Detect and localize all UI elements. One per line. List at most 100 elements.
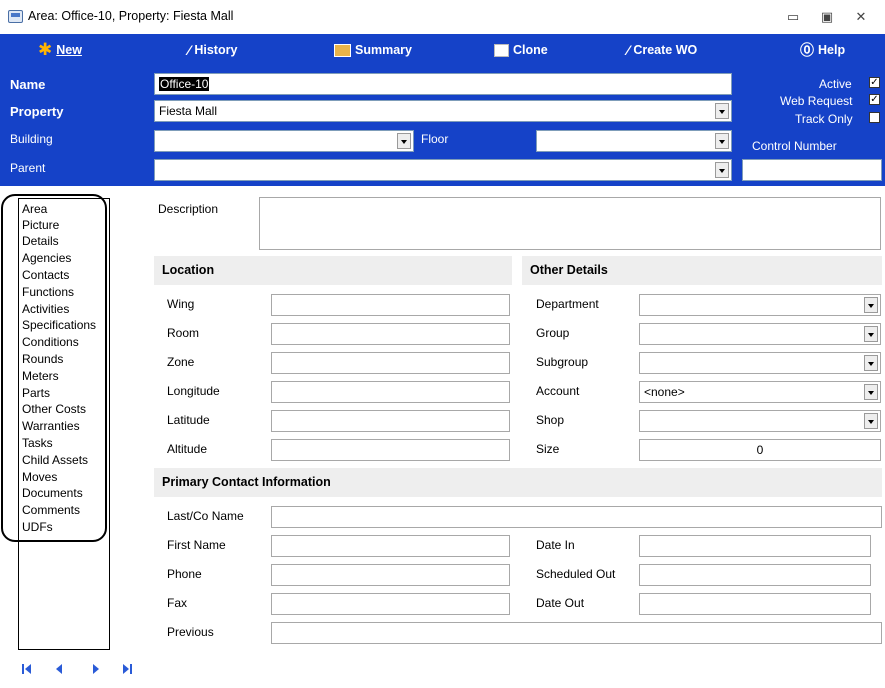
date-out-input[interactable] [639,593,871,615]
nav-item-other-costs[interactable]: Other Costs [22,402,86,417]
account-value: <none> [644,385,685,399]
clone-button[interactable]: Clone [494,41,548,59]
nav-item-child-assets[interactable]: Child Assets [22,453,88,468]
web-request-checkbox[interactable]: ✓ [869,94,880,105]
help-label: Help [818,43,846,57]
nav-item-activities[interactable]: Activities [22,302,69,317]
department-label: Department [536,297,599,311]
nav-item-documents[interactable]: Documents [22,486,83,501]
description-textarea[interactable] [259,197,881,250]
last-co-name-label: Last/Co Name [167,509,244,523]
other-details-section-header: Other Details [522,256,882,285]
nav-item-parts[interactable]: Parts [22,386,50,401]
nav-item-picture[interactable]: Picture [22,218,59,233]
shop-select[interactable] [639,410,881,432]
group-select[interactable] [639,323,881,345]
group-label: Group [536,326,570,340]
track-only-checkbox[interactable] [869,112,880,123]
nav-item-agencies[interactable]: Agencies [22,251,71,266]
first-record-icon[interactable] [20,662,34,676]
control-number-input[interactable] [742,159,882,181]
nav-item-details[interactable]: Details [22,234,59,249]
date-in-input[interactable] [639,535,871,557]
last-co-name-input[interactable] [271,506,882,528]
room-label: Room [167,326,200,340]
last-record-icon[interactable] [120,662,134,676]
zone-input[interactable] [271,352,510,374]
account-label: Account [536,384,580,398]
parent-select[interactable] [154,159,732,181]
chevron-down-icon [715,162,729,178]
nav-item-rounds[interactable]: Rounds [22,352,63,367]
nav-item-moves[interactable]: Moves [22,470,57,485]
name-label: Name [10,77,46,92]
size-input[interactable]: 0 [639,439,881,461]
floor-select[interactable] [536,130,732,152]
control-number-label: Control Number [752,139,837,153]
longitude-input[interactable] [271,381,510,403]
altitude-label: Altitude [167,442,208,456]
scheduled-out-input[interactable] [639,564,871,586]
history-button[interactable]: ⁄ History [188,41,237,59]
history-wand-icon: ⁄ [188,42,191,58]
new-button[interactable]: ✱ New [38,40,82,59]
nav-item-meters[interactable]: Meters [22,369,59,384]
altitude-input[interactable] [271,439,510,461]
date-in-label: Date In [536,538,575,552]
subgroup-select[interactable] [639,352,881,374]
nav-item-udfs[interactable]: UDFs [22,520,53,535]
maximize-button[interactable]: ▣ [816,8,838,26]
phone-input[interactable] [271,564,510,586]
nav-item-functions[interactable]: Functions [22,285,74,300]
department-select[interactable] [639,294,881,316]
nav-item-warranties[interactable]: Warranties [22,419,80,434]
account-select[interactable]: <none> [639,381,881,403]
shop-label: Shop [536,413,565,427]
previous-label: Previous [167,625,214,639]
size-value: 0 [756,443,764,457]
chevron-down-icon [864,355,878,371]
fax-input[interactable] [271,593,510,615]
chevron-down-icon [715,133,729,149]
clone-icon [494,43,509,57]
chevron-down-icon [397,133,411,149]
size-label: Size [536,442,560,456]
summary-label: Summary [355,43,412,57]
nav-item-comments[interactable]: Comments [22,503,80,518]
summary-report-icon [334,43,351,57]
web-request-label: Web Request [780,94,853,108]
chevron-down-icon [715,103,729,119]
date-out-label: Date Out [536,596,585,610]
subgroup-label: Subgroup [536,355,589,369]
chevron-down-icon [864,326,878,342]
phone-label: Phone [167,567,202,581]
next-record-icon[interactable] [89,662,103,676]
latitude-input[interactable] [271,410,510,432]
minimize-button[interactable]: ▭ [782,8,804,26]
property-value: Fiesta Mall [159,104,218,118]
room-input[interactable] [271,323,510,345]
scheduled-out-label: Scheduled Out [536,567,616,581]
nav-item-area[interactable]: Area [22,202,47,217]
new-star-icon: ✱ [38,40,53,59]
location-section-header: Location [154,256,512,285]
track-only-label: Track Only [795,112,853,126]
wing-input[interactable] [271,294,510,316]
nav-item-specifications[interactable]: Specifications [22,318,96,333]
nav-item-tasks[interactable]: Tasks [22,436,53,451]
help-button[interactable]: ⓪ Help [800,41,845,59]
active-label: Active [819,77,852,91]
close-button[interactable]: ✕ [850,8,872,26]
nav-item-contacts[interactable]: Contacts [22,268,69,283]
prev-record-icon[interactable] [52,662,66,676]
property-select[interactable]: Fiesta Mall [154,100,732,122]
building-select[interactable] [154,130,414,152]
previous-input[interactable] [271,622,882,644]
active-checkbox[interactable]: ✓ [869,77,880,88]
summary-button[interactable]: Summary [334,41,412,59]
name-value: Office-10 [159,77,210,91]
nav-item-conditions[interactable]: Conditions [22,335,79,350]
create-wo-button[interactable]: ⁄ Create WO [627,41,697,59]
first-name-input[interactable] [271,535,510,557]
name-input[interactable]: Office-10 [154,73,732,95]
